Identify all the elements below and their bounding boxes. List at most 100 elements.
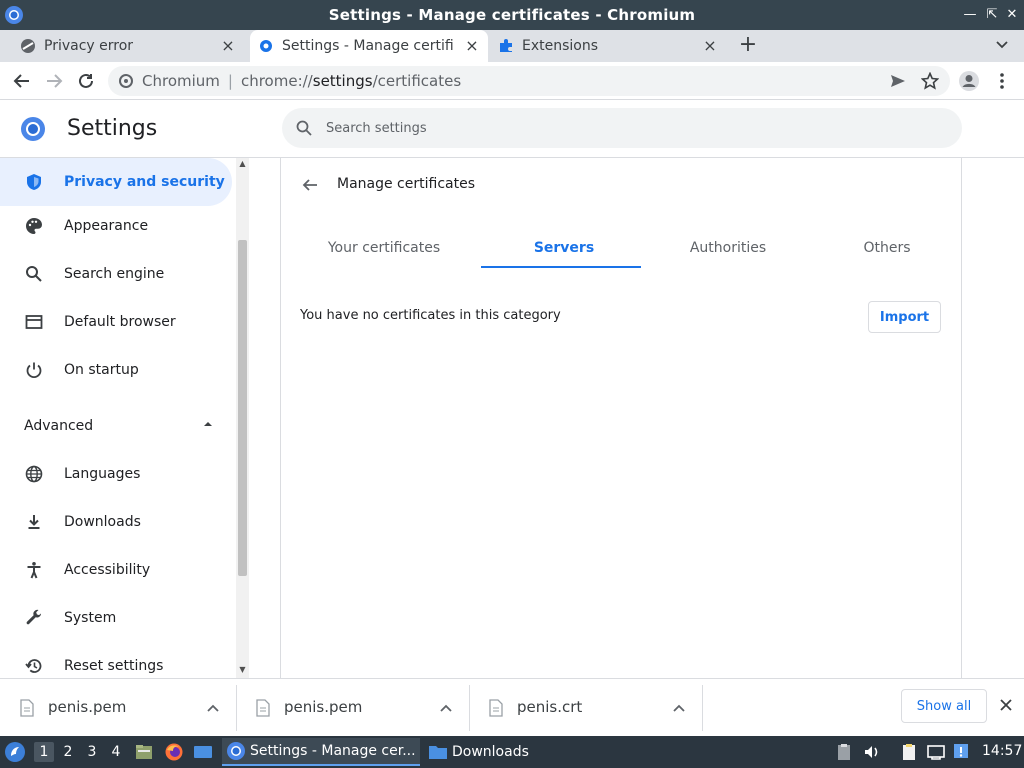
taskbar-task-chromium[interactable]: Settings - Manage cer... xyxy=(222,738,420,766)
kebab-menu-icon[interactable] xyxy=(990,69,1014,93)
network-icon[interactable] xyxy=(926,742,946,762)
tab-strip: Privacy error × Settings - Manage certif… xyxy=(0,30,1024,62)
show-all-button[interactable]: Show all xyxy=(901,689,987,723)
page-heading: Manage certificates xyxy=(337,176,475,192)
tab-label: Extensions xyxy=(522,38,599,54)
profile-avatar-icon[interactable] xyxy=(957,69,981,93)
workspace-1[interactable]: 1 xyxy=(34,742,54,762)
clock[interactable]: 14:57 xyxy=(982,743,1022,759)
forward-arrow-icon[interactable] xyxy=(42,69,66,93)
sidebar-item-system[interactable]: System xyxy=(0,594,232,642)
download-filename: penis.pem xyxy=(284,698,363,716)
reset-icon xyxy=(24,656,44,676)
folder-icon xyxy=(429,746,447,759)
gear-icon xyxy=(258,38,274,54)
globe-icon xyxy=(24,464,44,484)
tab-search-chevron-icon[interactable] xyxy=(990,36,1014,56)
empty-state-message: You have no certificates in this categor… xyxy=(300,308,561,323)
tab-your-certificates[interactable]: Your certificates xyxy=(304,228,464,268)
send-icon[interactable] xyxy=(886,69,910,93)
browser-toolbar: Chromium | chrome:// settings /certifica… xyxy=(0,62,1024,100)
workspace-4[interactable]: 4 xyxy=(106,742,126,762)
scrollbar-thumb[interactable] xyxy=(238,240,247,576)
sidebar-advanced-toggle[interactable]: Advanced xyxy=(0,404,232,448)
update-notifier-icon[interactable] xyxy=(952,742,972,762)
download-item[interactable]: penis.crt xyxy=(469,679,702,737)
scroll-up-arrow-icon[interactable]: ▲ xyxy=(238,160,247,168)
search-icon xyxy=(24,264,44,284)
restore-icon[interactable]: ⇱ xyxy=(982,4,1002,26)
new-tab-button[interactable]: + xyxy=(736,34,760,58)
sidebar-item-languages[interactable]: Languages xyxy=(0,450,232,498)
download-item[interactable]: penis.pem xyxy=(236,679,469,737)
tab-label: Privacy error xyxy=(44,38,134,54)
search-input[interactable] xyxy=(326,120,926,136)
settings-search[interactable] xyxy=(282,108,962,148)
sidebar-item-reset-settings[interactable]: Reset settings xyxy=(0,642,232,678)
puzzle-icon xyxy=(498,38,514,54)
start-menu-icon[interactable] xyxy=(4,741,26,763)
chevron-up-icon[interactable] xyxy=(672,701,686,715)
chevron-up-icon[interactable] xyxy=(439,701,453,715)
page-title: Settings xyxy=(67,116,158,141)
reload-icon[interactable] xyxy=(74,69,98,93)
clipboard-tray-icon[interactable] xyxy=(834,742,854,762)
tab-privacy-error[interactable]: Privacy error × xyxy=(12,30,244,62)
sidebar-item-privacy-and-security[interactable]: Privacy and security xyxy=(0,158,232,206)
sidebar-item-label: Appearance xyxy=(64,218,149,234)
sidebar-item-label: Reset settings xyxy=(64,658,164,674)
import-button[interactable]: Import xyxy=(868,301,941,333)
sidebar-scrollbar[interactable]: ▲ ▼ xyxy=(236,158,249,678)
bookmark-star-icon[interactable] xyxy=(918,69,942,93)
warning-icon xyxy=(20,38,36,54)
taskbar-task-downloads[interactable]: Downloads xyxy=(424,738,594,766)
accessibility-icon xyxy=(24,560,44,580)
sidebar-item-accessibility[interactable]: Accessibility xyxy=(0,546,232,594)
sidebar-item-default-browser[interactable]: Default browser xyxy=(0,298,232,346)
url-path: /certificates xyxy=(372,72,462,90)
scroll-down-arrow-icon[interactable]: ▼ xyxy=(238,666,247,674)
back-arrow-icon[interactable] xyxy=(299,174,321,196)
tab-settings[interactable]: Settings - Manage certifica × xyxy=(250,30,488,62)
close-tab-icon[interactable]: × xyxy=(464,38,480,54)
sidebar-item-downloads[interactable]: Downloads xyxy=(0,498,232,546)
sidebar-item-appearance[interactable]: Appearance xyxy=(0,202,232,250)
minimize-icon[interactable]: — xyxy=(960,4,980,26)
settings-header: Settings xyxy=(0,100,1024,158)
sidebar-item-label: Downloads xyxy=(64,514,141,530)
firefox-launcher-icon[interactable] xyxy=(164,742,184,762)
site-name: Chromium xyxy=(142,72,220,90)
workspace-2[interactable]: 2 xyxy=(58,742,78,762)
sidebar-item-on-startup[interactable]: On startup xyxy=(0,346,232,394)
notes-tray-icon[interactable] xyxy=(899,742,919,762)
download-divider xyxy=(702,685,703,731)
workspace-3[interactable]: 3 xyxy=(82,742,102,762)
url-scheme: chrome:// xyxy=(240,72,313,90)
close-window-icon[interactable]: ✕ xyxy=(1002,4,1022,26)
file-manager-launcher-icon[interactable] xyxy=(134,742,154,762)
tab-servers[interactable]: Servers xyxy=(484,228,644,268)
close-tab-icon[interactable]: × xyxy=(702,38,718,54)
sidebar-item-label: Languages xyxy=(64,466,141,482)
chromium-logo-icon xyxy=(5,6,23,24)
palette-icon xyxy=(24,216,44,236)
sidebar-item-label: Privacy and security xyxy=(64,174,225,190)
back-arrow-icon[interactable] xyxy=(10,69,34,93)
address-bar[interactable]: Chromium | chrome:// settings /certifica… xyxy=(108,66,950,96)
volume-icon[interactable] xyxy=(862,742,882,762)
desktop-launcher-icon[interactable] xyxy=(193,742,213,762)
close-tab-icon[interactable]: × xyxy=(220,38,236,54)
download-shelf: penis.pem penis.pem penis.crt xyxy=(0,678,1024,736)
tab-label: Settings - Manage certifica xyxy=(282,38,454,54)
file-icon xyxy=(256,699,270,717)
chevron-up-icon[interactable] xyxy=(206,701,220,715)
sidebar-item-label: On startup xyxy=(64,362,139,378)
sidebar-item-search-engine[interactable]: Search engine xyxy=(0,250,232,298)
tab-others[interactable]: Others xyxy=(807,228,967,268)
download-item[interactable]: penis.pem xyxy=(0,679,236,737)
tab-extensions[interactable]: Extensions × xyxy=(490,30,726,62)
download-filename: penis.crt xyxy=(517,698,583,716)
tab-authorities[interactable]: Authorities xyxy=(648,228,808,268)
advanced-label: Advanced xyxy=(24,418,94,434)
close-shelf-icon[interactable] xyxy=(997,696,1015,714)
